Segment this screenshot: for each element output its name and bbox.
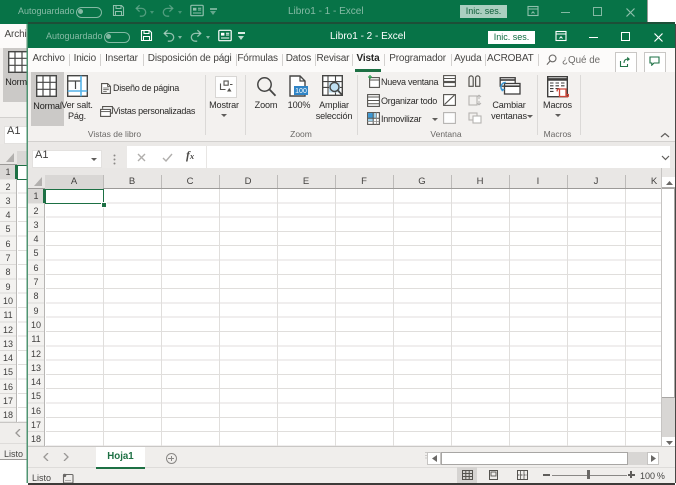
svg-text:100: 100: [295, 88, 307, 95]
